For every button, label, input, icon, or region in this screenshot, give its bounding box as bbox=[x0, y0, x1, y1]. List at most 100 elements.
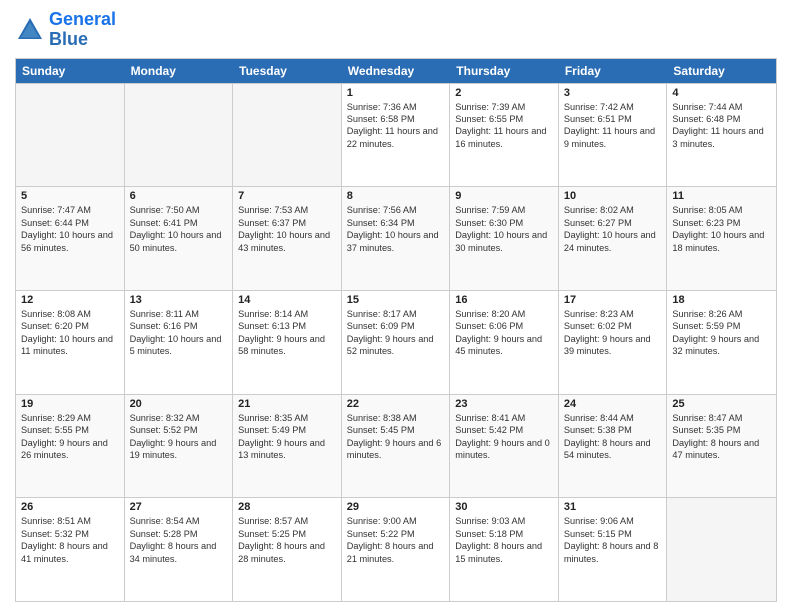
daylight-text: Daylight: 10 hours and 37 minutes. bbox=[347, 229, 445, 254]
day-number: 21 bbox=[238, 398, 336, 410]
calendar-cell: 25Sunrise: 8:47 AMSunset: 5:35 PMDayligh… bbox=[667, 395, 776, 498]
sunrise-text: Sunrise: 8:02 AM bbox=[564, 204, 662, 216]
calendar-header: SundayMondayTuesdayWednesdayThursdayFrid… bbox=[16, 59, 776, 83]
calendar-cell bbox=[125, 84, 234, 187]
day-number: 5 bbox=[21, 190, 119, 202]
day-number: 11 bbox=[672, 190, 771, 202]
sunrise-text: Sunrise: 8:11 AM bbox=[130, 308, 228, 320]
sunset-text: Sunset: 6:09 PM bbox=[347, 320, 445, 332]
sunset-text: Sunset: 5:32 PM bbox=[21, 528, 119, 540]
sunrise-text: Sunrise: 7:42 AM bbox=[564, 101, 662, 113]
header-day-friday: Friday bbox=[559, 59, 668, 83]
calendar-cell: 3Sunrise: 7:42 AMSunset: 6:51 PMDaylight… bbox=[559, 84, 668, 187]
calendar-cell: 21Sunrise: 8:35 AMSunset: 5:49 PMDayligh… bbox=[233, 395, 342, 498]
day-number: 22 bbox=[347, 398, 445, 410]
sunrise-text: Sunrise: 9:03 AM bbox=[455, 515, 553, 527]
sunset-text: Sunset: 5:55 PM bbox=[21, 424, 119, 436]
sunrise-text: Sunrise: 8:26 AM bbox=[672, 308, 771, 320]
sunrise-text: Sunrise: 8:38 AM bbox=[347, 412, 445, 424]
daylight-text: Daylight: 9 hours and 6 minutes. bbox=[347, 437, 445, 462]
day-number: 25 bbox=[672, 398, 771, 410]
calendar-row-3: 12Sunrise: 8:08 AMSunset: 6:20 PMDayligh… bbox=[16, 290, 776, 394]
header-day-saturday: Saturday bbox=[667, 59, 776, 83]
calendar-cell: 11Sunrise: 8:05 AMSunset: 6:23 PMDayligh… bbox=[667, 187, 776, 290]
sunrise-text: Sunrise: 7:44 AM bbox=[672, 101, 771, 113]
sunset-text: Sunset: 6:37 PM bbox=[238, 217, 336, 229]
daylight-text: Daylight: 9 hours and 26 minutes. bbox=[21, 437, 119, 462]
sunrise-text: Sunrise: 7:56 AM bbox=[347, 204, 445, 216]
calendar-cell: 10Sunrise: 8:02 AMSunset: 6:27 PMDayligh… bbox=[559, 187, 668, 290]
logo-icon bbox=[15, 15, 45, 45]
sunset-text: Sunset: 6:51 PM bbox=[564, 113, 662, 125]
calendar-cell bbox=[667, 498, 776, 601]
daylight-text: Daylight: 10 hours and 18 minutes. bbox=[672, 229, 771, 254]
day-number: 18 bbox=[672, 294, 771, 306]
daylight-text: Daylight: 11 hours and 3 minutes. bbox=[672, 125, 771, 150]
sunrise-text: Sunrise: 8:35 AM bbox=[238, 412, 336, 424]
calendar-cell: 1Sunrise: 7:36 AMSunset: 6:58 PMDaylight… bbox=[342, 84, 451, 187]
calendar-cell: 22Sunrise: 8:38 AMSunset: 5:45 PMDayligh… bbox=[342, 395, 451, 498]
daylight-text: Daylight: 9 hours and 0 minutes. bbox=[455, 437, 553, 462]
calendar-cell: 15Sunrise: 8:17 AMSunset: 6:09 PMDayligh… bbox=[342, 291, 451, 394]
sunrise-text: Sunrise: 8:32 AM bbox=[130, 412, 228, 424]
day-number: 8 bbox=[347, 190, 445, 202]
day-number: 6 bbox=[130, 190, 228, 202]
day-number: 1 bbox=[347, 87, 445, 99]
sunrise-text: Sunrise: 8:17 AM bbox=[347, 308, 445, 320]
day-number: 16 bbox=[455, 294, 553, 306]
sunset-text: Sunset: 6:34 PM bbox=[347, 217, 445, 229]
sunrise-text: Sunrise: 7:36 AM bbox=[347, 101, 445, 113]
sunrise-text: Sunrise: 8:14 AM bbox=[238, 308, 336, 320]
sunrise-text: Sunrise: 8:51 AM bbox=[21, 515, 119, 527]
daylight-text: Daylight: 9 hours and 45 minutes. bbox=[455, 333, 553, 358]
sunset-text: Sunset: 5:38 PM bbox=[564, 424, 662, 436]
sunset-text: Sunset: 6:20 PM bbox=[21, 320, 119, 332]
day-number: 9 bbox=[455, 190, 553, 202]
calendar-cell: 5Sunrise: 7:47 AMSunset: 6:44 PMDaylight… bbox=[16, 187, 125, 290]
daylight-text: Daylight: 11 hours and 16 minutes. bbox=[455, 125, 553, 150]
calendar-cell: 8 Sunrise: 7:56 AMSunset: 6:34 PMDaylight… bbox=[342, 187, 451, 290]
calendar-cell: 31Sunrise: 9:06 AMSunset: 5:15 PMDayligh… bbox=[559, 498, 668, 601]
calendar: SundayMondayTuesdayWednesdayThursdayFrid… bbox=[15, 58, 777, 602]
daylight-text: Daylight: 9 hours and 39 minutes. bbox=[564, 333, 662, 358]
calendar-row-1: 1Sunrise: 7:36 AMSunset: 6:58 PMDaylight… bbox=[16, 83, 776, 187]
sunset-text: Sunset: 5:22 PM bbox=[347, 528, 445, 540]
sunset-text: Sunset: 5:28 PM bbox=[130, 528, 228, 540]
calendar-cell: 27Sunrise: 8:54 AMSunset: 5:28 PMDayligh… bbox=[125, 498, 234, 601]
day-number: 23 bbox=[455, 398, 553, 410]
daylight-text: Daylight: 10 hours and 30 minutes. bbox=[455, 229, 553, 254]
daylight-text: Daylight: 9 hours and 52 minutes. bbox=[347, 333, 445, 358]
day-number: 2 bbox=[455, 87, 553, 99]
logo: General Blue bbox=[15, 10, 116, 50]
calendar-cell: 7Sunrise: 7:53 AMSunset: 6:37 PMDaylight… bbox=[233, 187, 342, 290]
sunrise-text: Sunrise: 7:53 AM bbox=[238, 204, 336, 216]
daylight-text: Daylight: 9 hours and 13 minutes. bbox=[238, 437, 336, 462]
day-number: 24 bbox=[564, 398, 662, 410]
calendar-cell: 30Sunrise: 9:03 AMSunset: 5:18 PMDayligh… bbox=[450, 498, 559, 601]
daylight-text: Daylight: 11 hours and 22 minutes. bbox=[347, 125, 445, 150]
day-number: 3 bbox=[564, 87, 662, 99]
calendar-cell: 9Sunrise: 7:59 AMSunset: 6:30 PMDaylight… bbox=[450, 187, 559, 290]
sunset-text: Sunset: 6:48 PM bbox=[672, 113, 771, 125]
day-number: 7 bbox=[238, 190, 336, 202]
sunset-text: Sunset: 6:16 PM bbox=[130, 320, 228, 332]
sunrise-text: Sunrise: 7:47 AM bbox=[21, 204, 119, 216]
calendar-cell: 29Sunrise: 9:00 AMSunset: 5:22 PMDayligh… bbox=[342, 498, 451, 601]
sunrise-text: Sunrise: 8:29 AM bbox=[21, 412, 119, 424]
day-number: 27 bbox=[130, 501, 228, 513]
calendar-cell bbox=[233, 84, 342, 187]
calendar-cell: 28Sunrise: 8:57 AMSunset: 5:25 PMDayligh… bbox=[233, 498, 342, 601]
sunrise-text: Sunrise: 7:59 AM bbox=[455, 204, 553, 216]
sunrise-text: Sunrise: 8:47 AM bbox=[672, 412, 771, 424]
daylight-text: Daylight: 10 hours and 11 minutes. bbox=[21, 333, 119, 358]
daylight-text: Daylight: 8 hours and 41 minutes. bbox=[21, 540, 119, 565]
sunset-text: Sunset: 6:44 PM bbox=[21, 217, 119, 229]
sunrise-text: Sunrise: 9:06 AM bbox=[564, 515, 662, 527]
calendar-cell: 16Sunrise: 8:20 AMSunset: 6:06 PMDayligh… bbox=[450, 291, 559, 394]
header: General Blue bbox=[15, 10, 777, 50]
calendar-cell: 12Sunrise: 8:08 AMSunset: 6:20 PMDayligh… bbox=[16, 291, 125, 394]
sunrise-text: Sunrise: 8:44 AM bbox=[564, 412, 662, 424]
header-day-monday: Monday bbox=[125, 59, 234, 83]
sunset-text: Sunset: 5:35 PM bbox=[672, 424, 771, 436]
day-number: 30 bbox=[455, 501, 553, 513]
